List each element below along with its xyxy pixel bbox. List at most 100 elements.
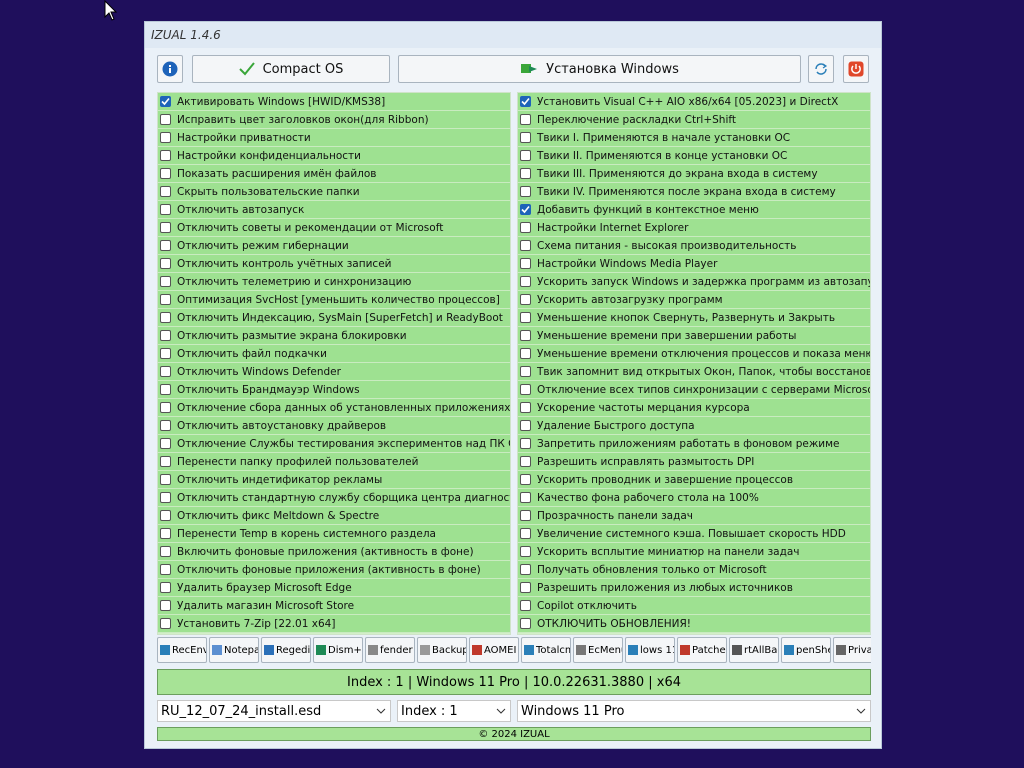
option-checkbox[interactable] [160, 96, 171, 107]
option-checkbox[interactable] [160, 384, 171, 395]
option-checkbox[interactable] [520, 384, 531, 395]
option-checkbox[interactable] [520, 96, 531, 107]
option-checkbox[interactable] [520, 348, 531, 359]
tool-button[interactable]: Dism++ [313, 637, 363, 663]
info-button[interactable] [157, 55, 183, 83]
option-checkbox[interactable] [520, 114, 531, 125]
option-checkbox[interactable] [160, 150, 171, 161]
option-checkbox[interactable] [160, 474, 171, 485]
option-checkbox[interactable] [520, 420, 531, 431]
option-checkbox[interactable] [160, 510, 171, 521]
option-row[interactable]: Отключить автоустановку драйверов [158, 417, 510, 435]
option-row[interactable]: Удаление Быстрого доступа [518, 417, 870, 435]
option-checkbox[interactable] [520, 312, 531, 323]
option-checkbox[interactable] [160, 240, 171, 251]
index-select[interactable]: Index : 1 [397, 700, 511, 722]
option-checkbox[interactable] [520, 474, 531, 485]
option-checkbox[interactable] [520, 528, 531, 539]
option-row[interactable]: Разрешить приложения из любых источников [518, 579, 870, 597]
tool-button[interactable]: Totalcm [521, 637, 571, 663]
option-checkbox[interactable] [520, 366, 531, 377]
option-row[interactable]: Запретить приложениям работать в фоновом… [518, 435, 870, 453]
option-row[interactable]: Уменьшение кнопок Свернуть, Развернуть и… [518, 309, 870, 327]
option-checkbox[interactable] [520, 618, 531, 629]
option-row[interactable]: Отключить телеметрию и синхронизацию [158, 273, 510, 291]
option-checkbox[interactable] [160, 114, 171, 125]
option-row[interactable]: ОТКЛЮЧИТЬ ОБНОВЛЕНИЯ! [518, 615, 870, 633]
option-row[interactable]: Настройки Internet Explorer [518, 219, 870, 237]
option-checkbox[interactable] [520, 258, 531, 269]
option-row[interactable]: Настройки Windows Media Player [518, 255, 870, 273]
option-checkbox[interactable] [160, 258, 171, 269]
option-row[interactable]: Ускорить проводник и завершение процессо… [518, 471, 870, 489]
tool-button[interactable]: Regedi [261, 637, 311, 663]
option-row[interactable]: Твики II. Применяются в конце установки … [518, 147, 870, 165]
option-row[interactable]: Перенести папку профилей пользователей [158, 453, 510, 471]
edition-select[interactable]: Windows 11 Pro [517, 700, 871, 722]
option-checkbox[interactable] [520, 168, 531, 179]
option-row[interactable]: Исправить цвет заголовков окон(для Ribbo… [158, 111, 510, 129]
option-checkbox[interactable] [160, 294, 171, 305]
option-checkbox[interactable] [160, 186, 171, 197]
option-row[interactable]: Отключить автозапуск [158, 201, 510, 219]
option-checkbox[interactable] [520, 150, 531, 161]
option-checkbox[interactable] [160, 204, 171, 215]
option-row[interactable]: Copilot отключить [518, 597, 870, 615]
option-row[interactable]: Отключить фикс Meltdown & Spectre [158, 507, 510, 525]
option-row[interactable]: Перенести Temp в корень системного разде… [158, 525, 510, 543]
option-checkbox[interactable] [520, 276, 531, 287]
option-checkbox[interactable] [160, 582, 171, 593]
option-row[interactable]: Отключить размытие экрана блокировки [158, 327, 510, 345]
option-row[interactable]: Уменьшение времени отключения процессов … [518, 345, 870, 363]
option-row[interactable]: Ускорение частоты мерцания курсора [518, 399, 870, 417]
option-checkbox[interactable] [160, 222, 171, 233]
option-row[interactable]: Установить Visual C++ AIO x86/x64 [05.20… [518, 93, 870, 111]
option-checkbox[interactable] [520, 546, 531, 557]
option-checkbox[interactable] [520, 186, 531, 197]
option-checkbox[interactable] [160, 402, 171, 413]
option-checkbox[interactable] [160, 492, 171, 503]
tool-button[interactable]: Notepa [209, 637, 259, 663]
option-row[interactable]: Ускорить автозагрузку программ [518, 291, 870, 309]
option-row[interactable]: Оптимизация SvcHost [уменьшить количеств… [158, 291, 510, 309]
tool-button[interactable]: Backupp [417, 637, 467, 663]
tool-button[interactable]: AOMEI 10 [469, 637, 519, 663]
option-row[interactable]: Отключить стандартную службу сборщика це… [158, 489, 510, 507]
option-checkbox[interactable] [520, 240, 531, 251]
option-checkbox[interactable] [520, 564, 531, 575]
option-checkbox[interactable] [520, 492, 531, 503]
option-checkbox[interactable] [160, 330, 171, 341]
option-row[interactable]: Отключение всех типов синхронизации с се… [518, 381, 870, 399]
tool-button[interactable]: penShellS [781, 637, 831, 663]
option-row[interactable]: Получать обновления только от Microsoft [518, 561, 870, 579]
option-checkbox[interactable] [160, 600, 171, 611]
option-row[interactable]: Увеличение системного кэша. Повышает ско… [518, 525, 870, 543]
option-checkbox[interactable] [520, 222, 531, 233]
tool-button[interactable]: EcMenu_v [573, 637, 623, 663]
option-row[interactable]: Отключить фоновые приложения (активность… [158, 561, 510, 579]
option-checkbox[interactable] [160, 456, 171, 467]
install-windows-button[interactable]: Установка Windows [398, 55, 801, 83]
option-row[interactable]: Твик запомнит вид открытых Окон, Папок, … [518, 363, 870, 381]
option-checkbox[interactable] [160, 618, 171, 629]
tool-button[interactable]: rtAllBack [729, 637, 779, 663]
option-checkbox[interactable] [160, 276, 171, 287]
tool-button[interactable]: fender Re [365, 637, 415, 663]
option-row[interactable]: Отключить Индексацию, SysMain [SuperFetc… [158, 309, 510, 327]
option-checkbox[interactable] [520, 330, 531, 341]
option-row[interactable]: Настройки конфиденциальности [158, 147, 510, 165]
option-checkbox[interactable] [520, 294, 531, 305]
option-row[interactable]: Добавить функций в контекстное меню [518, 201, 870, 219]
tool-button[interactable]: lows 11 I [625, 637, 675, 663]
option-checkbox[interactable] [160, 132, 171, 143]
option-checkbox[interactable] [520, 132, 531, 143]
option-checkbox[interactable] [160, 546, 171, 557]
option-row[interactable]: Показать расширения имён файлов [158, 165, 510, 183]
refresh-button[interactable] [808, 55, 834, 83]
compact-os-button[interactable]: Compact OS [192, 55, 390, 83]
option-row[interactable]: Разрешить исправлять размытость DPI [518, 453, 870, 471]
option-row[interactable]: Скрыть пользовательские папки [158, 183, 510, 201]
option-checkbox[interactable] [520, 204, 531, 215]
tool-button[interactable]: Patcher [677, 637, 727, 663]
option-row[interactable]: Отключить контроль учётных записей [158, 255, 510, 273]
